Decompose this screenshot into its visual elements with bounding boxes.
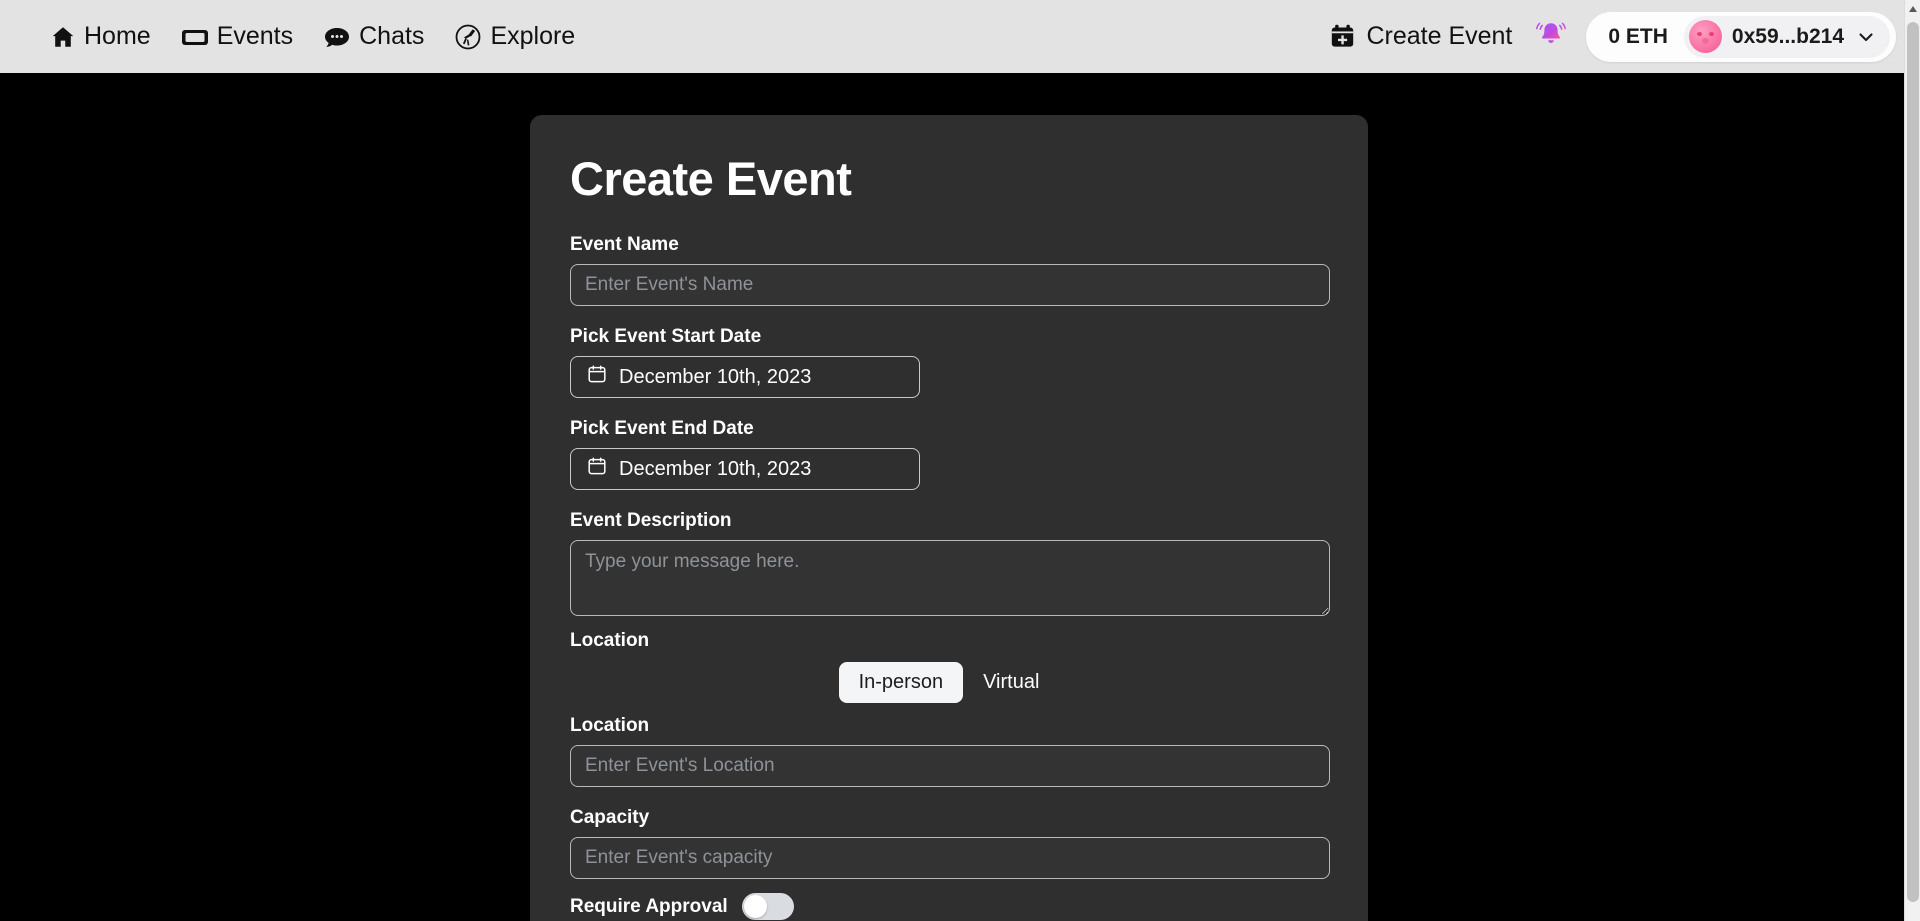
label-event-name: Event Name <box>570 234 679 255</box>
nav-item-explore[interactable]: Explore <box>454 23 575 51</box>
label-location-type: Location <box>570 630 650 651</box>
home-icon <box>50 24 76 50</box>
calendar-plus-icon <box>1329 23 1356 50</box>
wallet-avatar <box>1688 20 1722 53</box>
start-date-value: December 10th, 2023 <box>619 365 812 388</box>
event-description-textarea[interactable] <box>570 540 1330 616</box>
create-event-card: Create Event Event Name Pick Event Start… <box>530 115 1368 921</box>
field-require-approval: Require Approval <box>570 893 1328 920</box>
nav-item-home[interactable]: Home <box>50 24 151 50</box>
require-approval-toggle[interactable] <box>741 893 794 920</box>
chevron-down-icon <box>1856 27 1876 47</box>
field-location-type: Location In-person Virtual <box>570 630 1328 703</box>
app-root: Home Events Chats Explore Create Event 0… <box>0 0 1920 921</box>
field-location: Location <box>570 715 1330 787</box>
primary-nav: Home Events Chats Explore <box>50 23 575 51</box>
wallet-balance: 0 ETH <box>1608 24 1668 48</box>
capacity-input[interactable] <box>570 837 1330 879</box>
nav-item-events[interactable]: Events <box>181 24 293 50</box>
event-name-input[interactable] <box>570 264 1330 306</box>
wallet-address: 0x59...b214 <box>1731 24 1844 48</box>
location-input[interactable] <box>570 745 1330 787</box>
telescope-icon <box>454 23 482 51</box>
label-capacity: Capacity <box>570 807 650 828</box>
chat-bubble-icon <box>323 24 351 50</box>
wallet-button[interactable]: 0 ETH 0x59...b214 <box>1586 11 1896 62</box>
location-type-in-person-button[interactable]: In-person <box>838 662 964 703</box>
nav-label-home: Home <box>84 22 151 50</box>
nav-label-chats: Chats <box>359 22 425 50</box>
wallet-account[interactable]: 0x59...b214 <box>1683 15 1890 58</box>
top-navigation-bar: Home Events Chats Explore Create Event 0… <box>0 0 1904 73</box>
field-event-name: Event Name <box>570 234 1330 306</box>
end-date-picker-button[interactable]: December 10th, 2023 <box>570 448 920 490</box>
label-event-description: Event Description <box>570 510 732 531</box>
bell-ringing-icon <box>1534 17 1568 56</box>
nav-item-chats[interactable]: Chats <box>323 24 424 50</box>
scroll-up-arrow-icon[interactable] <box>1905 0 1920 17</box>
toggle-knob <box>743 895 767 918</box>
label-end-date: Pick Event End Date <box>570 418 754 439</box>
calendar-icon <box>587 456 607 482</box>
field-event-description: Event Description <box>570 510 1330 616</box>
ticket-icon <box>181 24 209 50</box>
header-actions: Create Event 0 ETH 0x59...b214 <box>1329 11 1904 62</box>
field-start-date: Pick Event Start Date December 10th, 202… <box>570 326 1328 398</box>
location-type-toggle-group: In-person Virtual <box>570 662 1328 703</box>
location-type-virtual-button[interactable]: Virtual <box>963 662 1059 703</box>
start-date-picker-button[interactable]: December 10th, 2023 <box>570 356 920 398</box>
calendar-icon <box>587 364 607 390</box>
nav-label-explore: Explore <box>490 22 576 50</box>
label-location: Location <box>570 715 650 736</box>
nav-label-events: Events <box>216 22 294 50</box>
create-event-button[interactable]: Create Event <box>1329 22 1512 51</box>
end-date-value: December 10th, 2023 <box>619 457 812 480</box>
label-require-approval: Require Approval <box>570 895 728 917</box>
notifications-button[interactable] <box>1534 17 1568 56</box>
label-start-date: Pick Event Start Date <box>570 326 762 347</box>
create-event-label: Create Event <box>1366 22 1513 50</box>
page-scrollbar[interactable] <box>1904 0 1920 921</box>
scrollbar-thumb[interactable] <box>1907 22 1919 902</box>
field-capacity: Capacity <box>570 807 1330 879</box>
page-title: Create Event <box>570 152 852 205</box>
field-end-date: Pick Event End Date December 10th, 2023 <box>570 418 1328 490</box>
